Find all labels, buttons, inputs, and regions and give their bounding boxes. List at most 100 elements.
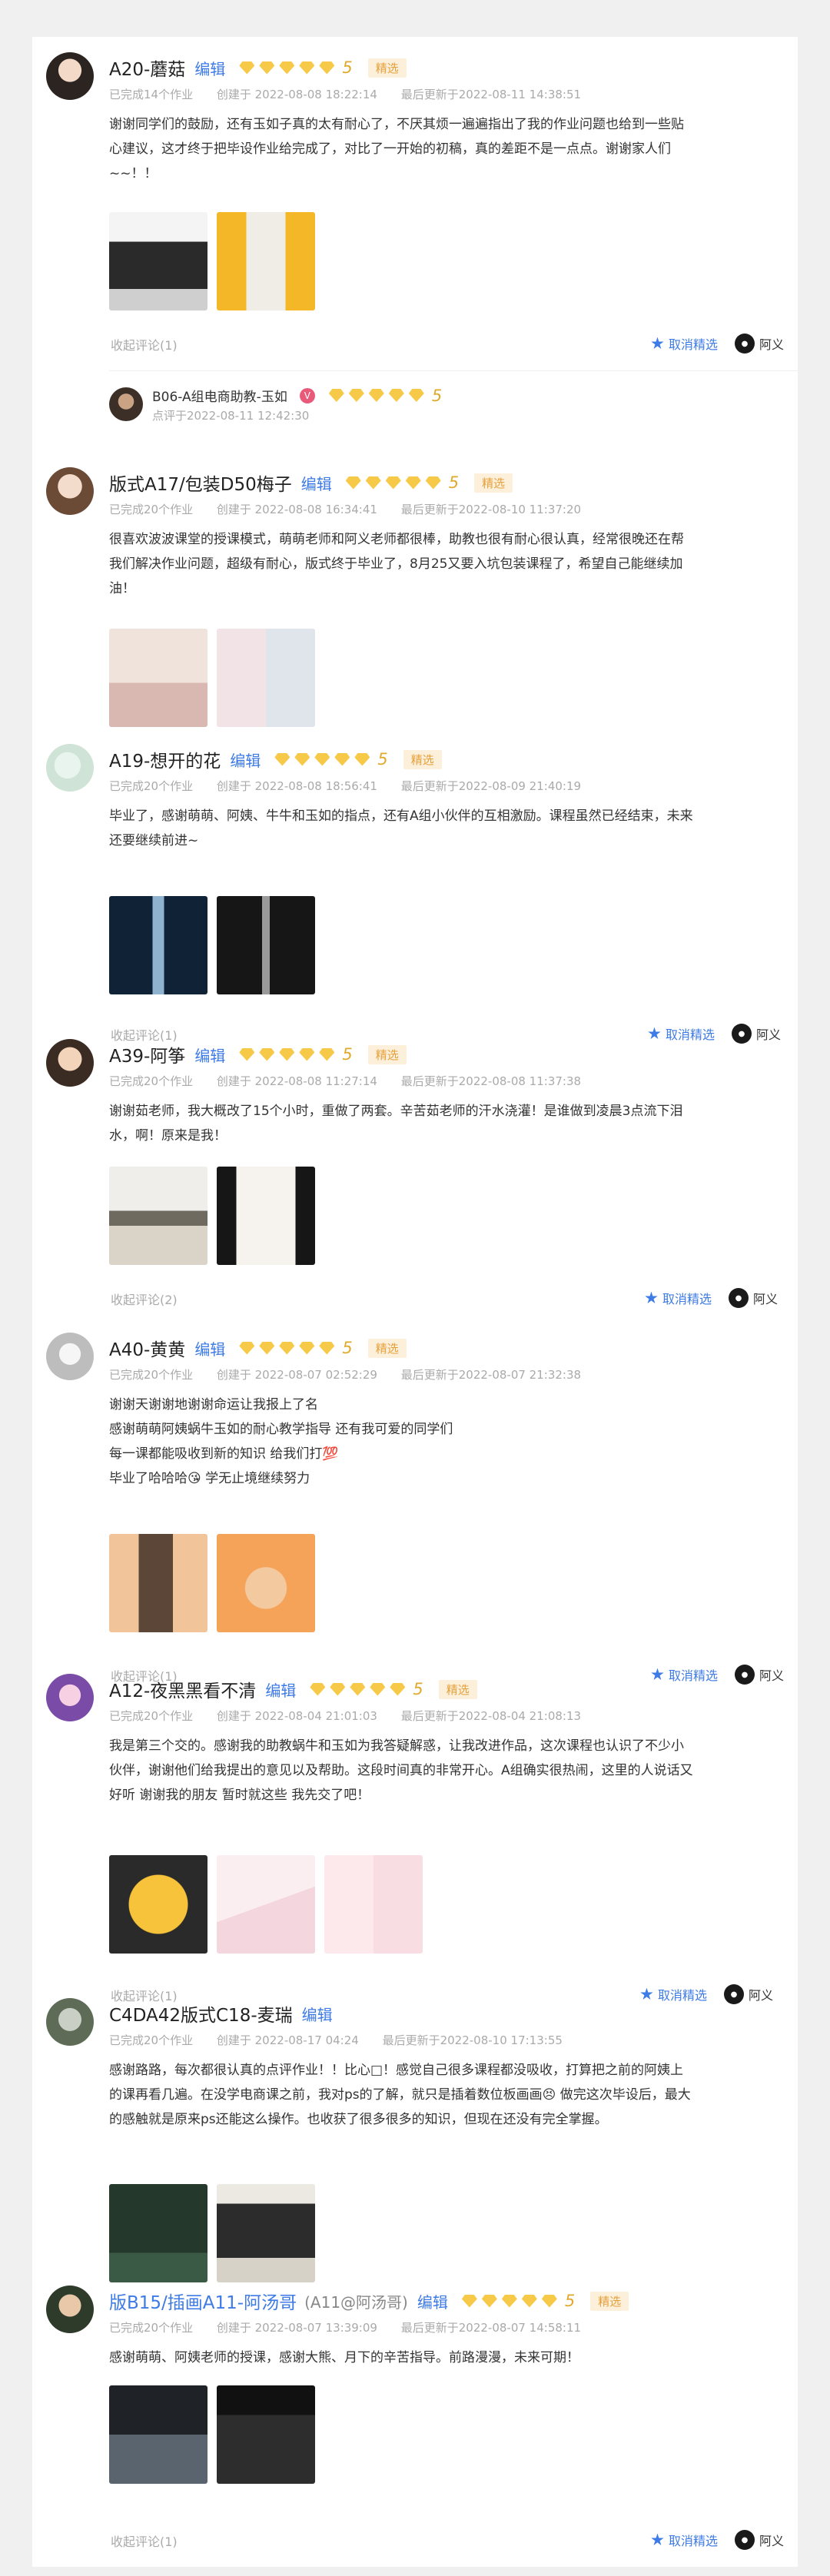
created-time: 创建于 2022-08-07 13:39:09	[216, 2321, 377, 2335]
reviewer-avatar: ●	[728, 1288, 749, 1308]
thumbnail-image[interactable]	[109, 1534, 208, 1632]
thumbnail-image[interactable]	[217, 212, 315, 310]
thumbnail-image[interactable]	[217, 1167, 315, 1265]
unfeature-button[interactable]: 取消精选	[651, 334, 718, 353]
diamond-icon	[334, 752, 350, 766]
edit-link[interactable]: 编辑	[301, 472, 332, 494]
thumbnail-image[interactable]	[217, 2184, 315, 2282]
author-name[interactable]: A20-蘑菇	[109, 55, 185, 81]
reviewer-chip[interactable]: ● 阿义	[734, 334, 784, 354]
author-name[interactable]: A19-想开的花	[109, 746, 221, 772]
avatar[interactable]	[46, 1674, 94, 1721]
thumbnail-image[interactable]	[324, 1855, 423, 1954]
featured-tag: 精选	[438, 1679, 477, 1699]
avatar[interactable]	[46, 467, 94, 515]
completed-count: 已完成20个作业	[109, 779, 194, 793]
completed-count: 已完成20个作业	[109, 1368, 194, 1382]
post-meta: 已完成20个作业 创建于 2022-08-07 13:39:09 最后更新于20…	[109, 2319, 601, 2335]
diamond-icon	[541, 2294, 557, 2308]
thumbnail-image[interactable]	[217, 629, 315, 727]
diamond-icon	[319, 1047, 335, 1061]
completed-count: 已完成20个作业	[109, 503, 194, 516]
thumbnail-image[interactable]	[109, 1167, 208, 1265]
thumbnail-image[interactable]	[109, 2385, 208, 2484]
reviewer-chip[interactable]: ● 阿义	[728, 1288, 778, 1308]
unfeature-button[interactable]: 取消精选	[645, 1289, 712, 1307]
edit-link[interactable]: 编辑	[194, 1337, 225, 1359]
created-time: 创建于 2022-08-04 21:01:03	[216, 1709, 377, 1723]
post-card: A12-夜黑黑看不清 编辑 5 精选 已完成20个作业 创建于 2022-08-…	[32, 1674, 798, 2012]
diamond-icon	[319, 61, 335, 75]
edit-link[interactable]: 编辑	[194, 1044, 225, 1066]
thumbnail-image[interactable]	[217, 1534, 315, 1632]
avatar[interactable]	[46, 744, 94, 792]
collapse-comments-link[interactable]: 收起评论(2)	[111, 1290, 178, 1308]
featured-tag: 精选	[590, 2291, 629, 2311]
unfeature-button[interactable]: 取消精选	[651, 2531, 718, 2549]
post-actions: 取消精选 ● 阿义	[651, 2530, 784, 2550]
reviewer-name: 阿义	[759, 2534, 784, 2548]
diamond-icon	[259, 1047, 275, 1061]
edit-link[interactable]: 编辑	[265, 1678, 296, 1701]
reply-rating-score: 5	[431, 386, 443, 405]
updated-time: 最后更新于2022-08-08 11:37:38	[400, 1074, 582, 1088]
avatar[interactable]	[46, 1998, 94, 2046]
author-name[interactable]: A40-黄黄	[109, 1335, 185, 1361]
thumbnail-image[interactable]	[109, 896, 208, 994]
thumbnail-image[interactable]	[109, 629, 208, 727]
author-name[interactable]: A39-阿筝	[109, 1041, 185, 1067]
post-card: A39-阿筝 编辑 5 精选 已完成20个作业 创建于 2022-08-08 1…	[32, 1039, 798, 1343]
diamond-icon	[294, 752, 310, 766]
author-name[interactable]: 版B15/插画A11-阿汤哥	[109, 2288, 297, 2314]
diamond-icon	[328, 389, 344, 402]
thumbnail-image[interactable]	[217, 896, 315, 994]
author-name[interactable]: 版式A17/包装D50梅子	[109, 470, 292, 496]
avatar[interactable]	[46, 1039, 94, 1087]
updated-time: 最后更新于2022-08-10 11:37:20	[400, 503, 582, 516]
diamond-icon	[299, 1047, 315, 1061]
avatar[interactable]	[46, 1333, 94, 1380]
diamond-icon	[239, 1341, 255, 1355]
reviewer-chip[interactable]: ● 阿义	[734, 2530, 784, 2550]
thumbnail-row	[109, 896, 324, 994]
completed-count: 已完成20个作业	[109, 2033, 194, 2047]
thumbnail-row	[109, 212, 324, 310]
edit-link[interactable]: 编辑	[302, 2003, 333, 2025]
diamond-icon	[239, 1047, 255, 1061]
author-name[interactable]: A12-夜黑黑看不清	[109, 1676, 256, 1702]
edit-link[interactable]: 编辑	[417, 2290, 448, 2312]
author-name[interactable]: C4DA42版式C18-麦瑞	[109, 2000, 293, 2027]
reviewer-name: 阿义	[759, 337, 784, 352]
diamond-icon	[481, 2294, 497, 2308]
diamond-icon	[405, 476, 421, 490]
collapse-comments-link[interactable]: 收起评论(1)	[111, 335, 178, 354]
unfeature-label: 取消精选	[668, 2534, 718, 2548]
thumbnail-image[interactable]	[217, 2385, 315, 2484]
post-meta: 已完成20个作业 创建于 2022-08-07 02:52:29 最后更新于20…	[109, 1366, 601, 1383]
post-card: A20-蘑菇 编辑 5 精选 已完成14个作业 创建于 2022-08-08 1…	[32, 52, 798, 423]
collapse-comments-link[interactable]: 收起评论(1)	[111, 2531, 178, 2550]
edit-link[interactable]: 编辑	[230, 749, 261, 771]
diamond-icon	[521, 2294, 537, 2308]
featured-tag: 精选	[367, 1044, 407, 1064]
post-actions: 取消精选 ● 阿义	[651, 334, 784, 354]
created-time: 创建于 2022-08-08 18:56:41	[216, 779, 377, 793]
avatar[interactable]	[46, 2286, 94, 2333]
reply-avatar[interactable]	[109, 387, 143, 421]
diamond-icon	[330, 1682, 346, 1696]
thumbnail-image[interactable]	[109, 1855, 208, 1954]
reply-author[interactable]: B06-A组电商助教-玉如	[152, 386, 287, 405]
thumbnail-image[interactable]	[109, 2184, 208, 2282]
rating-score: 5	[342, 1045, 353, 1064]
updated-time: 最后更新于2022-08-07 14:58:11	[400, 2321, 582, 2335]
thumbnail-row	[109, 629, 324, 727]
post-meta: 已完成20个作业 创建于 2022-08-08 16:34:41 最后更新于20…	[109, 501, 601, 517]
avatar[interactable]	[46, 52, 94, 100]
thumbnail-image[interactable]	[109, 212, 208, 310]
rating-stars: 5	[345, 473, 459, 492]
edit-link[interactable]: 编辑	[194, 57, 225, 79]
diamond-icon	[310, 1682, 326, 1696]
diamond-icon	[279, 1047, 295, 1061]
thumbnail-image[interactable]	[217, 1855, 315, 1954]
diamond-icon	[299, 61, 315, 75]
